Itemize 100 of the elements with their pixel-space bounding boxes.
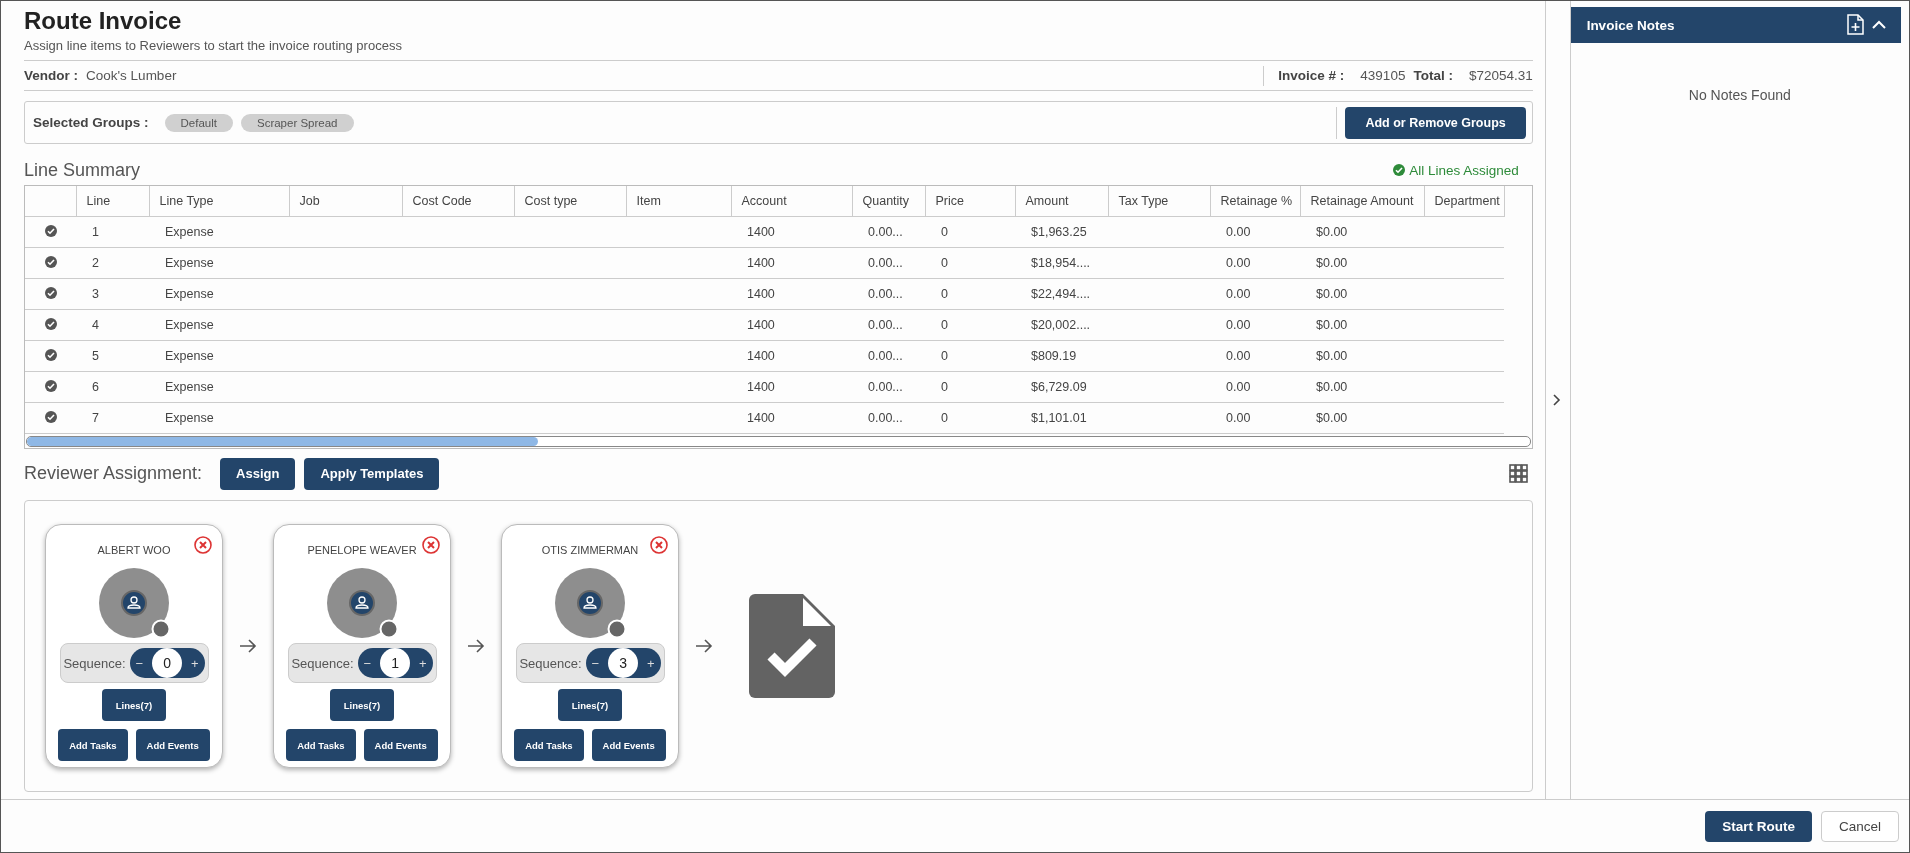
card-button[interactable]: Add Tasks <box>286 729 356 761</box>
lines-button[interactable]: Lines(7) <box>558 689 622 721</box>
column-header: Retainage Amount <box>1300 186 1424 217</box>
table-cell: 0.00... <box>852 247 925 279</box>
add-note-button[interactable] <box>1846 14 1865 36</box>
table-cell: 0.00 <box>1210 402 1300 434</box>
table-cell: $0.00 <box>1300 309 1424 341</box>
close-icon <box>650 536 668 554</box>
toolbar-button[interactable]: Apply Templates <box>304 457 440 490</box>
table-cell: $1,963.25 <box>1015 216 1108 248</box>
table-cell: 1400 <box>731 247 852 279</box>
chevron-right-icon[interactable] <box>1552 394 1562 406</box>
empty-message: No Notes Found <box>1687 87 1792 103</box>
invoice-total: $72054.31 <box>1468 68 1533 83</box>
column-header: Account <box>731 186 852 217</box>
status-text: All Lines Assigned <box>1409 162 1519 178</box>
reviewer-name: ALBERT WOO <box>97 543 171 558</box>
table-cell: 0.00... <box>852 340 925 372</box>
card-button[interactable]: Add Events <box>363 729 438 761</box>
section-title: Line Summary <box>24 159 141 181</box>
table-cell: 0 <box>925 278 1015 310</box>
column-header: Line Type <box>149 186 289 217</box>
table-cell: 1400 <box>731 402 852 434</box>
grid-icon[interactable] <box>1508 463 1529 484</box>
reviewer-name: PENELOPE WEAVER <box>307 543 417 558</box>
column-header: Retainage % <box>1210 186 1300 217</box>
decrement-button[interactable]: − <box>361 655 374 671</box>
group-chip: Scraper Spread <box>240 113 354 132</box>
remove-button[interactable] <box>194 536 212 557</box>
column-header: Item <box>626 186 731 217</box>
increment-button[interactable]: + <box>417 655 429 671</box>
sequence-stepper[interactable]: − 0 + <box>129 648 205 678</box>
toolbar-button[interactable]: Assign <box>220 457 296 490</box>
vendor-name: Cook's Lumber <box>86 68 177 83</box>
table-cell: 1400 <box>731 216 852 248</box>
table-cell: Expense <box>149 278 289 310</box>
page-subtitle: Assign line items to Reviewers to start the invoice routing process <box>24 38 403 53</box>
cancel-button[interactable]: Cancel <box>1820 810 1899 842</box>
table-cell: Expense <box>149 402 289 434</box>
groups-button[interactable]: Add or Remove Groups <box>1345 106 1526 139</box>
table-cell: 0.00 <box>1210 309 1300 341</box>
decrement-button[interactable]: − <box>589 655 602 671</box>
page-title: Route Invoice <box>24 7 183 35</box>
table-cell: Expense <box>149 216 289 248</box>
start-button[interactable]: Start Route <box>1705 810 1812 842</box>
table-cell: 3 <box>76 278 149 310</box>
table-cell: Expense <box>149 340 289 372</box>
table-cell: 0.00 <box>1210 216 1300 248</box>
vendor-label: Vendor : <box>24 68 78 83</box>
avatar-icon <box>98 567 170 639</box>
table-cell: 0 <box>925 371 1015 403</box>
table-cell: 0 <box>925 216 1015 248</box>
panel-title: Invoice Notes <box>1586 17 1676 33</box>
sequence-value: 1 <box>380 648 411 678</box>
card-button[interactable]: Add Tasks <box>58 729 128 761</box>
decrement-button[interactable]: − <box>133 655 146 671</box>
column-header: Tax Type <box>1108 186 1210 217</box>
card-button[interactable]: Add Events <box>135 729 210 761</box>
sequence-stepper[interactable]: − 1 + <box>357 648 433 678</box>
remove-button[interactable] <box>422 536 440 557</box>
remove-button[interactable] <box>650 536 668 557</box>
total-label: Total : <box>1413 68 1453 83</box>
column-header: Department <box>1424 186 1504 217</box>
table-cell: 2 <box>76 247 149 279</box>
section-title: Reviewer Assignment: <box>24 463 203 484</box>
column-header: Quantity <box>852 186 925 217</box>
table-cell: Expense <box>149 371 289 403</box>
group-chip: Default <box>164 113 233 132</box>
table-cell: $20,002.... <box>1015 309 1108 341</box>
table-cell: 0.00 <box>1210 340 1300 372</box>
table-cell: 0 <box>925 340 1015 372</box>
increment-button[interactable]: + <box>645 655 657 671</box>
scrollbar[interactable] <box>26 436 1531 447</box>
collapse-button[interactable] <box>1871 19 1887 31</box>
close-icon <box>194 536 212 554</box>
table-cell: $0.00 <box>1300 216 1424 248</box>
table-cell: 0.00... <box>852 371 925 403</box>
column-header: Job <box>289 186 402 217</box>
column-header: Cost type <box>514 186 626 217</box>
increment-button[interactable]: + <box>189 655 201 671</box>
table-cell: 0.00... <box>852 216 925 248</box>
lines-button[interactable]: Lines(7) <box>102 689 166 721</box>
table-cell: Expense <box>149 247 289 279</box>
table-cell: 1400 <box>731 340 852 372</box>
document-check-icon <box>749 594 835 698</box>
card-button[interactable]: Add Events <box>591 729 666 761</box>
add-document-icon <box>1846 14 1865 36</box>
sequence-label: Sequence: <box>291 655 354 671</box>
arrow-icon <box>467 638 485 654</box>
table-cell: 4 <box>76 309 149 341</box>
arrow-icon <box>239 638 257 654</box>
table-cell: $0.00 <box>1300 247 1424 279</box>
table-cell: 1400 <box>731 278 852 310</box>
table-cell: $1,101.01 <box>1015 402 1108 434</box>
lines-button[interactable]: Lines(7) <box>330 689 394 721</box>
groups-label: Selected Groups : <box>33 115 149 130</box>
sequence-stepper[interactable]: − 3 + <box>585 648 661 678</box>
card-button[interactable]: Add Tasks <box>514 729 584 761</box>
table-cell: 1400 <box>731 309 852 341</box>
avatar-icon <box>326 567 398 639</box>
